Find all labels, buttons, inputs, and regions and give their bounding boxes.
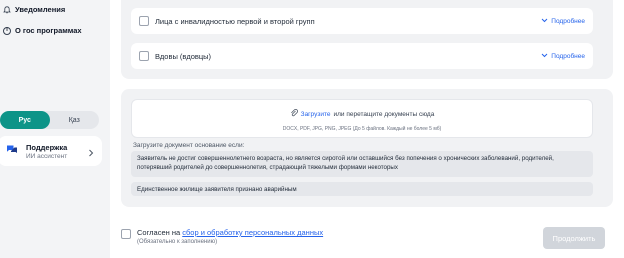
upload-formats: DOCX, PDF, JPG, PNG, JPEG (До 5 файлов. … <box>282 126 442 132</box>
details-label: Подробнее <box>551 17 585 25</box>
category-label: Вдовы (вдовцы) <box>155 51 212 61</box>
main-content: Лица с инвалидностью первой и второй гру… <box>110 0 624 258</box>
consent-block: Согласен на сбор и обработку персональны… <box>121 228 323 245</box>
chat-icon <box>6 142 18 160</box>
notifications-link[interactable]: Уведомления <box>3 5 65 14</box>
category-label: Лица с инвалидностью первой и второй гру… <box>155 16 315 26</box>
sidebar: Уведомления i О гос программах Рус Қаз П… <box>0 0 110 258</box>
support-title: Поддержка <box>26 142 68 152</box>
paperclip-icon <box>290 108 298 119</box>
chevron-right-icon <box>88 145 94 163</box>
details-toggle[interactable]: Подробнее <box>541 53 585 60</box>
info-icon: i <box>3 26 11 35</box>
bell-icon <box>3 5 11 14</box>
basis-reason-item[interactable]: Заявитель не достиг совершеннолетнего во… <box>131 151 593 177</box>
lang-option-kz[interactable]: Қаз <box>50 111 100 129</box>
basis-label: Загрузите документ основание если: <box>133 142 245 149</box>
about-programs-label: О гос программах <box>15 26 82 35</box>
chevron-down-icon <box>541 53 548 60</box>
file-dropzone[interactable]: Загрузите или перетащите документы сюда … <box>131 99 593 138</box>
consent-required-note: (Обязательно к заполнению) <box>137 239 218 245</box>
personal-data-link[interactable]: сбор и обработку персональных данных <box>182 228 323 237</box>
basis-reason-item[interactable]: Единственное жилище заявителя признано а… <box>131 182 593 196</box>
upload-link[interactable]: Загрузите <box>301 111 331 118</box>
language-switcher: Рус Қаз <box>0 111 99 129</box>
support-card[interactable]: Поддержка ИИ ассистент <box>0 136 102 166</box>
details-toggle[interactable]: Подробнее <box>541 18 585 25</box>
category-item[interactable]: Лица с инвалидностью первой и второй гру… <box>131 8 593 34</box>
categories-panel: Лица с инвалидностью первой и второй гру… <box>121 0 613 79</box>
about-programs-link[interactable]: i О гос программах <box>3 26 82 35</box>
upload-hint: или перетащите документы сюда <box>333 110 435 118</box>
continue-button[interactable]: Продолжить <box>543 227 605 249</box>
category-checkbox[interactable] <box>139 16 149 26</box>
upload-panel: Загрузите или перетащите документы сюда … <box>121 89 613 207</box>
category-checkbox[interactable] <box>139 51 149 61</box>
details-label: Подробнее <box>551 52 585 60</box>
consent-checkbox[interactable] <box>121 229 131 239</box>
consent-prefix: Согласен на <box>137 228 181 237</box>
lang-option-ru[interactable]: Рус <box>0 111 50 129</box>
notifications-label: Уведомления <box>15 5 66 14</box>
support-subtitle: ИИ ассистент <box>26 152 68 160</box>
category-item[interactable]: Вдовы (вдовцы) Подробнее <box>131 43 593 69</box>
chevron-down-icon <box>541 18 548 25</box>
